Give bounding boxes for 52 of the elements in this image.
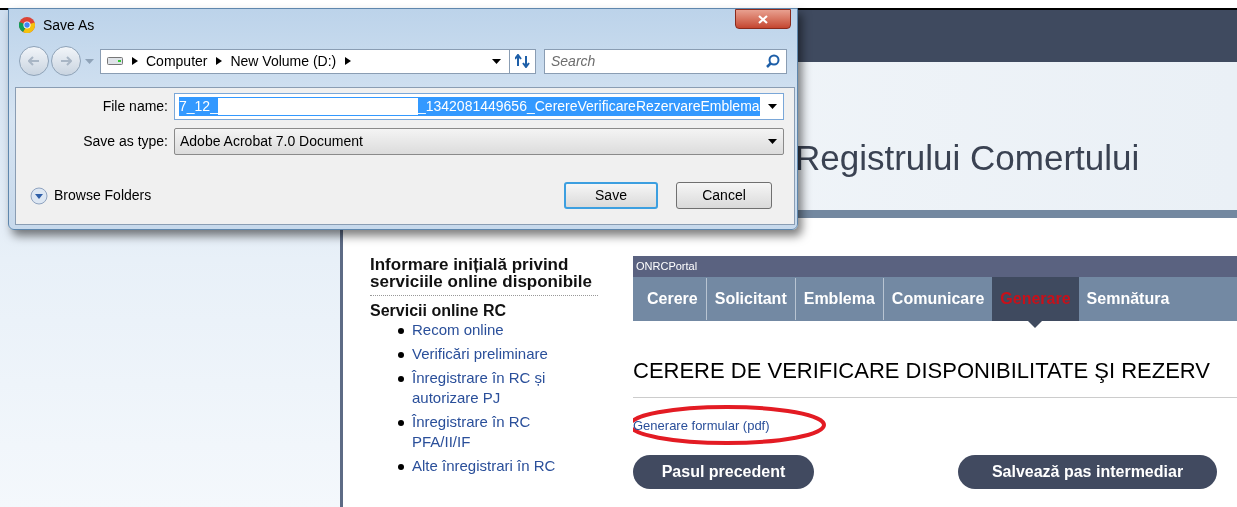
dropdown-arrow-icon[interactable]	[768, 139, 777, 144]
refresh-button[interactable]	[510, 48, 536, 74]
drive-icon	[107, 57, 123, 65]
sidebar-link[interactable]: Recom online	[412, 320, 577, 340]
field-label: Save as type:	[82, 132, 169, 151]
breadcrumb[interactable]: Computer	[146, 50, 208, 72]
search-field[interactable]: Search	[544, 48, 787, 74]
sidebar-link[interactable]: Înregistrare în RC PFA/II/IF	[412, 412, 577, 452]
pointer-icon	[1028, 321, 1043, 328]
back-arrow-icon	[28, 56, 40, 66]
section-heading: Servicii online RC	[370, 302, 508, 319]
banner-title: Registrului Comertului	[795, 136, 1140, 179]
breadcrumb[interactable]: New Volume (D:)	[230, 50, 337, 72]
bullet-icon	[398, 464, 404, 470]
sidebar-link[interactable]: Verificări preliminare	[412, 344, 577, 364]
close-icon	[758, 14, 768, 24]
page-heading: CERERE DE VERIFICARE DISPONIBILITATE ŞI REZERV	[633, 354, 1237, 398]
sidebar-link[interactable]: Înregistrare în RC și autorizare PJ	[412, 368, 577, 408]
portal-title: ONRCPortal	[636, 259, 698, 275]
dialog-button[interactable]: Save	[564, 182, 658, 209]
refresh-icon	[514, 54, 531, 68]
step-button[interactable]: Salvează pas intermediar	[958, 455, 1217, 489]
field-label: File name:	[101, 97, 169, 116]
sidebar-link[interactable]: Alte înregistrari în RC	[412, 456, 577, 476]
dialog-button[interactable]: Cancel	[676, 182, 772, 209]
search-icon	[766, 53, 780, 68]
dropdown-arrow-icon[interactable]	[492, 58, 501, 64]
breadcrumb-arrow-icon	[132, 57, 138, 65]
bullet-icon	[398, 420, 404, 426]
browse-folders-button[interactable]: Browse Folders	[30, 185, 152, 206]
file-name-text: 7_12_ _1342081449656_CerereVerificareRezervareEmblema	[179, 97, 760, 116]
tab[interactable]: Emblema	[795, 277, 883, 321]
browser-logo-icon	[19, 17, 35, 33]
bullet-icon	[398, 328, 404, 334]
file-type-value: Adobe Acrobat 7.0 Document	[180, 132, 363, 151]
breadcrumb-arrow-icon	[216, 57, 223, 65]
tab[interactable]: Cerere	[639, 277, 706, 321]
window-title: Save As	[43, 15, 95, 35]
address-bar[interactable]: Computer New Volume (D:)	[100, 48, 510, 74]
expand-icon	[30, 186, 48, 205]
close-button[interactable]	[735, 9, 791, 29]
dropdown-arrow-icon[interactable]	[768, 104, 777, 109]
forward-arrow-icon	[60, 56, 72, 66]
tab[interactable]: Solicitant	[706, 277, 795, 321]
tab[interactable]: Semnătura	[1078, 277, 1178, 321]
breadcrumb-arrow-icon	[345, 57, 352, 65]
file-type-dropdown[interactable]: Adobe Acrobat 7.0 Document	[174, 128, 784, 155]
sidebar-heading: Informare inițială privind serviciile online disponibile	[370, 256, 598, 296]
bullet-icon	[398, 352, 404, 358]
bullet-icon	[398, 376, 404, 382]
step-button[interactable]: Pasul precedent	[633, 455, 814, 489]
tab[interactable]: Comunicare	[883, 277, 993, 321]
